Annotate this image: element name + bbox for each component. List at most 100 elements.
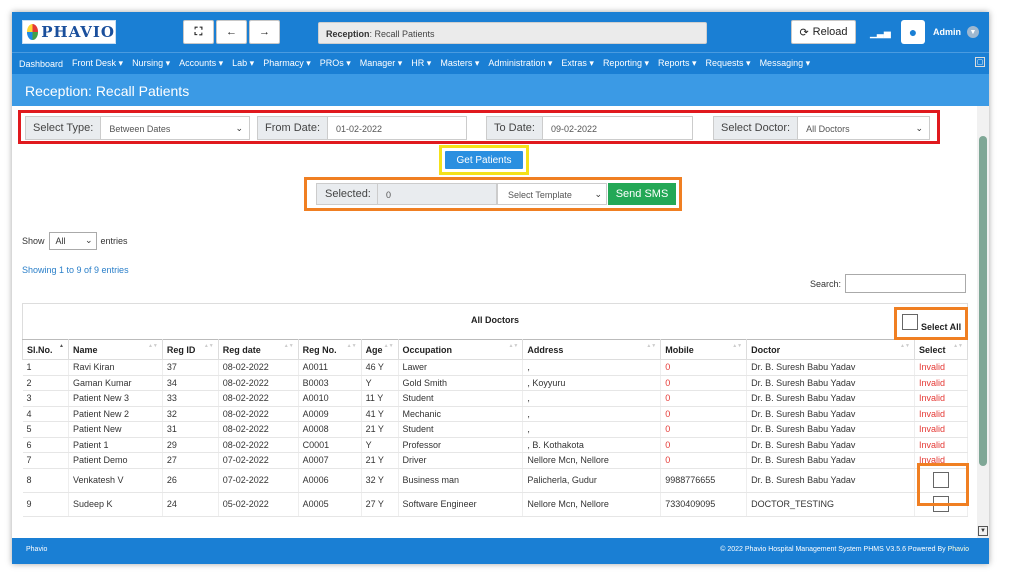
col-reg-date[interactable]: Reg date ▲▼ [217,339,299,360]
table-row[interactable]: 7 Patient Demo 27 07-02-2022 A0007 21 Y Driver… [22,452,969,469]
search-input[interactable] [845,274,967,293]
nav-dashboard[interactable]: Dashboard [19,59,63,69]
collapse-icon[interactable]: ▢ [975,57,985,67]
cell-address: , [522,359,662,376]
patients-table-wrap: All Doctors Select All Sl.No. ▲ Name ▲▼ Re… [22,303,969,517]
nav-front-desk[interactable]: Front Desk ▾ [72,58,123,69]
nav-manager[interactable]: Manager ▾ [360,58,403,69]
template-dropdown[interactable]: Select Template ⌄ [497,183,607,205]
cell-mobile: 0 [660,390,748,407]
scrollbar-thumb[interactable] [979,136,987,466]
to-date-input[interactable]: 09-02-2022 [542,117,692,139]
table-row[interactable]: 4 Patient New 2 32 08-02-2022 A0009 41 Y Mecha… [22,406,969,422]
cell-reg-date: 07-02-2022 [218,452,299,469]
logo[interactable]: PHAVIO [22,20,116,44]
main-content: Select Type: Between Dates ⌄ From Date: 0… [12,106,977,538]
logo-mark-icon [27,24,39,40]
cell-reg-no: B0003 [298,375,362,391]
col-doctor[interactable]: Doctor ▲▼ [746,339,915,360]
select-type-dropdown[interactable]: Between Dates ⌄ [101,117,249,139]
footer-powered-link[interactable]: Phavio [948,546,969,553]
col-name[interactable]: Name ▲▼ [67,339,163,360]
table-row[interactable]: 1 Ravi Kiran 37 08-02-2022 A0011 46 Y Lawer, 0 D… [22,359,969,376]
col-occupation[interactable]: Occupation ▲▼ [397,339,524,360]
user-menu[interactable]: ● Admin ▼ [901,18,979,46]
table-row[interactable]: 5 Patient New 31 08-02-2022 A0008 21 Y Student… [22,421,969,438]
nav-reporting[interactable]: Reporting ▾ [603,58,649,69]
cell-reg-date: 08-02-2022 [218,437,299,453]
nav-requests[interactable]: Requests ▾ [706,58,751,69]
cell-name: Gaman Kumar [68,375,163,391]
nav-pros[interactable]: PROs ▾ [320,58,351,69]
nav-accounts[interactable]: Accounts ▾ [179,58,223,69]
cell-reg-no: A0007 [298,452,362,469]
sort-icon: ▲▼ [346,343,357,349]
chevron-down-icon: ⌄ [915,123,923,133]
nav-messaging[interactable]: Messaging ▾ [760,58,811,69]
reload-button[interactable]: ⟳ Reload [791,20,856,44]
reload-label: Reload [812,26,848,38]
sort-icon: ▲▼ [283,343,294,349]
fullscreen-button[interactable]: ⛶ [183,20,214,44]
showing-info: Showing 1 to 9 of 9 entries [22,265,129,275]
sort-icon: ▲▼ [203,343,214,349]
cell-slno: 6 [22,437,69,453]
nav-administration[interactable]: Administration ▾ [488,58,552,69]
from-date-input[interactable]: 01-02-2022 [328,117,466,139]
entries-label: entries [100,236,128,246]
sms-panel: Selected: 0 Select Template ⌄ Send SMS [304,177,682,211]
row-select-highlight [917,463,969,506]
table-row[interactable]: 8 Venkatesh V 26 07-02-2022 A0006 32 Y Busines… [22,468,969,493]
table-row[interactable]: 6 Patient 1 29 08-02-2022 C0001 Y Professor, B… [22,437,969,453]
nav-pharmacy[interactable]: Pharmacy ▾ [263,58,311,69]
entries-dropdown[interactable]: All ⌄ [48,232,97,250]
expand-icon: ⛶ [194,25,203,38]
cell-age: 46 Y [361,359,399,376]
table-caption-text: All Doctors [470,315,519,325]
doctor-dropdown[interactable]: All Doctors ⌄ [798,117,929,139]
col-age[interactable]: Age ▲▼ [360,339,399,360]
cell-mobile: 0 [660,421,748,438]
nav-reports[interactable]: Reports ▾ [658,58,697,69]
sort-icon: ▲▼ [147,343,158,349]
top-bar: PHAVIO ⛶ ← → Reception: Recall Patients … [12,12,989,52]
nav-masters[interactable]: Masters ▾ [440,58,479,69]
footer-copyright-text: © 2022 Phavio Hospital Management System… [720,546,948,553]
cell-age: 21 Y [361,421,399,438]
table-row[interactable]: 2 Gaman Kumar 34 08-02-2022 B0003 Y Gold Smith… [22,375,969,391]
nav-nursing[interactable]: Nursing ▾ [132,58,170,69]
breadcrumb: Reception: Recall Patients [318,22,707,44]
back-button[interactable]: ← [216,20,247,44]
col-slno[interactable]: Sl.No. ▲ [22,339,69,360]
nav-hr[interactable]: HR ▾ [411,58,431,69]
select-all-checkbox[interactable] [902,314,918,330]
col-reg-id[interactable]: Reg ID ▲▼ [161,339,219,360]
nav-extras[interactable]: Extras ▾ [561,58,594,69]
vertical-scrollbar[interactable]: ▼ [977,106,989,538]
col-reg-no[interactable]: Reg No. ▲▼ [297,339,362,360]
forward-button[interactable]: → [249,20,280,44]
sort-icon: ▲▼ [383,343,394,349]
col-select[interactable]: Select ▲▼ [913,339,969,360]
cell-reg-id: 24 [162,492,219,517]
template-placeholder: Select Template [508,190,572,200]
col-mobile[interactable]: Mobile ▲▼ [660,339,748,360]
signal-icon: ▁▃▅ [870,28,891,38]
send-sms-button[interactable]: Send SMS [608,183,676,205]
doctor-group: Select Doctor: All Doctors ⌄ [713,116,930,140]
show-entries: Show All ⌄ entries [22,232,128,250]
cell-age: 11 Y [361,390,399,407]
search-label: Search: [810,278,842,289]
cell-reg-no: A0009 [298,406,362,422]
nav-lab[interactable]: Lab ▾ [232,58,254,69]
show-label: Show [22,236,45,246]
sort-asc-icon: ▲ [59,343,64,349]
cell-slno: 2 [22,375,69,391]
col-doctor-label: Doctor [751,344,781,355]
table-row[interactable]: 9 Sudeep K 24 05-02-2022 A0005 27 Y Software E… [22,492,969,517]
cell-doctor: Dr. B. Suresh Babu Yadav [746,421,915,438]
scroll-down-icon[interactable]: ▼ [978,526,988,536]
table-row[interactable]: 3 Patient New 3 33 08-02-2022 A0010 11 Y Stude… [22,390,969,407]
get-patients-button[interactable]: Get Patients [445,151,523,169]
col-address[interactable]: Address ▲▼ [522,339,662,360]
